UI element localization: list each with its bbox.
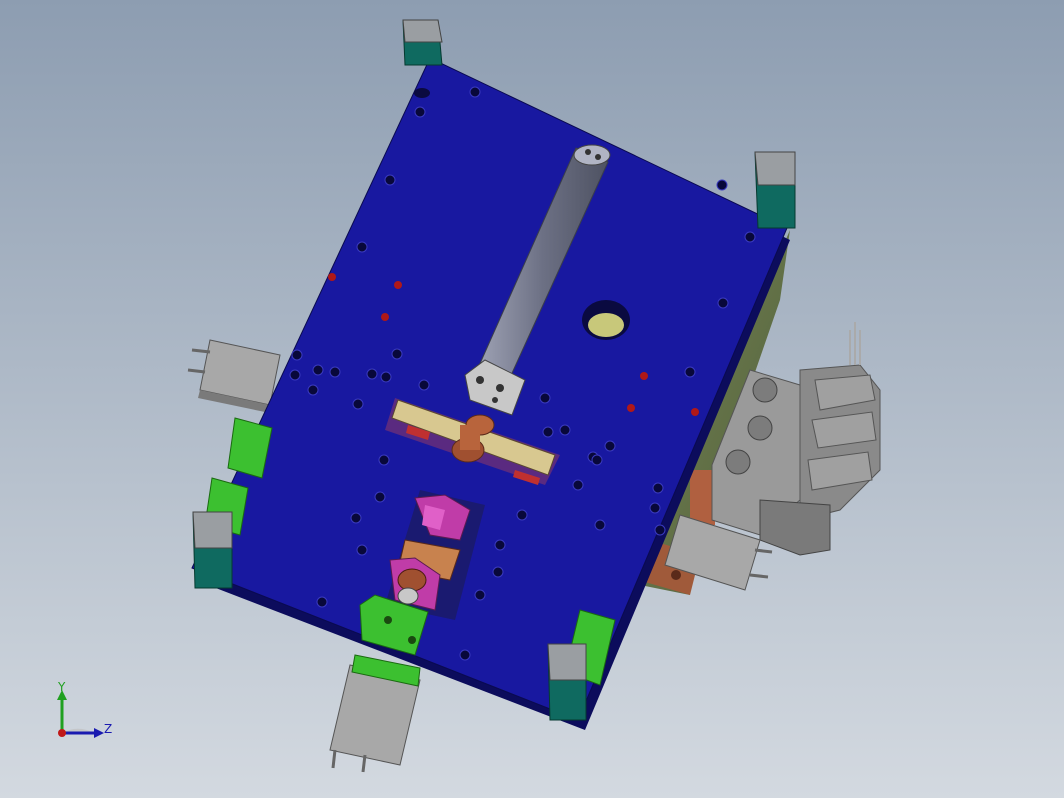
mounting-hole	[374, 491, 386, 503]
center-bore	[582, 300, 630, 340]
mounting-hole	[474, 589, 486, 601]
mounting-hole	[352, 398, 364, 410]
mounting-hole	[572, 479, 584, 491]
mounting-hole	[384, 174, 396, 186]
cad-3d-model-view[interactable]: Y Z	[0, 0, 1064, 798]
mounting-hole	[717, 297, 729, 309]
mounting-hole	[366, 368, 378, 380]
mounting-hole	[316, 596, 328, 608]
mounting-hole	[350, 512, 362, 524]
mounting-hole	[652, 482, 664, 494]
cad-graphics-viewport[interactable]: Y Z	[0, 0, 1064, 798]
mounting-hole	[542, 426, 554, 438]
mounting-hole	[492, 566, 504, 578]
mounting-hole	[459, 649, 471, 661]
y-axis-label: Y	[57, 680, 66, 694]
mounting-hole	[684, 366, 696, 378]
mounting-hole	[307, 384, 319, 396]
mounting-hole	[469, 86, 481, 98]
mounting-hole	[591, 454, 603, 466]
z-axis-label: Z	[104, 722, 112, 736]
mounting-hole	[378, 454, 390, 466]
mounting-hole	[604, 440, 616, 452]
mounting-hole	[649, 502, 661, 514]
mounting-hole	[418, 379, 430, 391]
corner-post-left[interactable]	[192, 511, 233, 589]
mounting-hole	[289, 369, 301, 381]
mounting-hole	[654, 524, 666, 536]
corner-post-right[interactable]	[754, 151, 796, 229]
mounting-hole	[716, 179, 728, 191]
mounting-hole	[329, 366, 341, 378]
mounting-hole	[312, 364, 324, 376]
mounting-hole	[391, 348, 403, 360]
mounting-hole	[494, 539, 506, 551]
mounting-hole	[356, 241, 368, 253]
mounting-hole	[559, 424, 571, 436]
mounting-hole	[539, 392, 551, 404]
mounting-hole	[380, 371, 392, 383]
mounting-hole	[356, 544, 368, 556]
mounting-hole	[516, 509, 528, 521]
mounting-hole	[744, 231, 756, 243]
mounting-hole	[291, 349, 303, 361]
mounting-hole	[594, 519, 606, 531]
corner-post-bottom[interactable]	[547, 643, 587, 721]
mounting-hole	[414, 106, 426, 118]
